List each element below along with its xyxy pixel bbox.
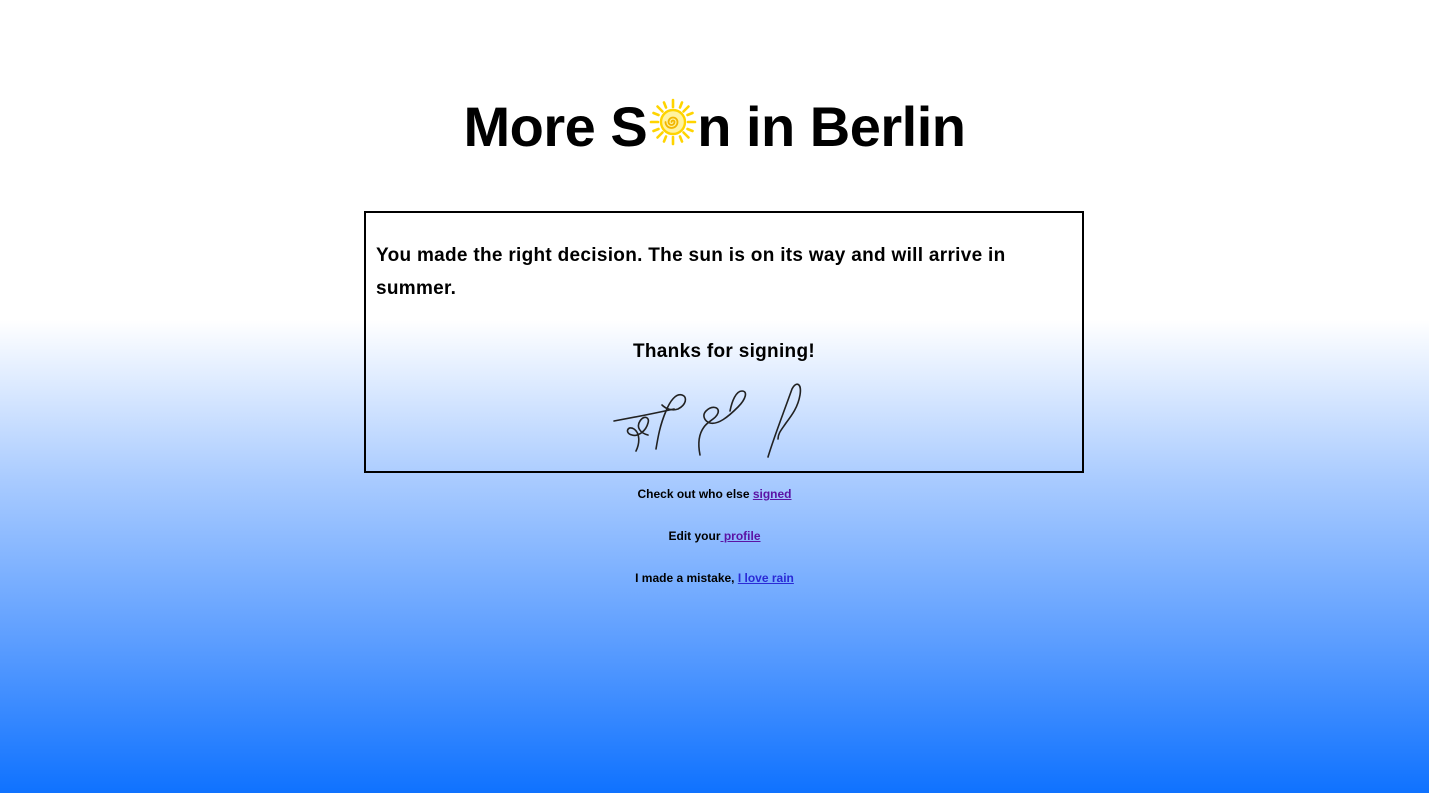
confirmation-card: You made the right decision. The sun is … xyxy=(364,211,1084,473)
profile-line: Edit your profile xyxy=(0,529,1429,543)
thanks-heading: Thanks for signing! xyxy=(633,341,815,362)
love-rain-link[interactable]: I love rain xyxy=(738,571,794,585)
title-text-start: More S xyxy=(463,95,648,158)
title-text-end: n in Berlin xyxy=(697,95,966,158)
mistake-prefix: I made a mistake, xyxy=(635,571,738,585)
signed-prefix: Check out who else xyxy=(637,487,753,501)
profile-link[interactable]: profile xyxy=(721,529,761,543)
sun-icon xyxy=(649,98,697,146)
confirmation-message: You made the right decision. The sun is … xyxy=(376,245,1006,299)
signed-line: Check out who else signed xyxy=(0,487,1429,501)
signed-link[interactable]: signed xyxy=(753,487,792,501)
profile-prefix: Edit your xyxy=(668,529,721,543)
signature-image xyxy=(613,383,802,458)
mistake-line: I made a mistake, I love rain xyxy=(0,571,1429,585)
page-title: More S n in Berlin xyxy=(0,92,1429,162)
